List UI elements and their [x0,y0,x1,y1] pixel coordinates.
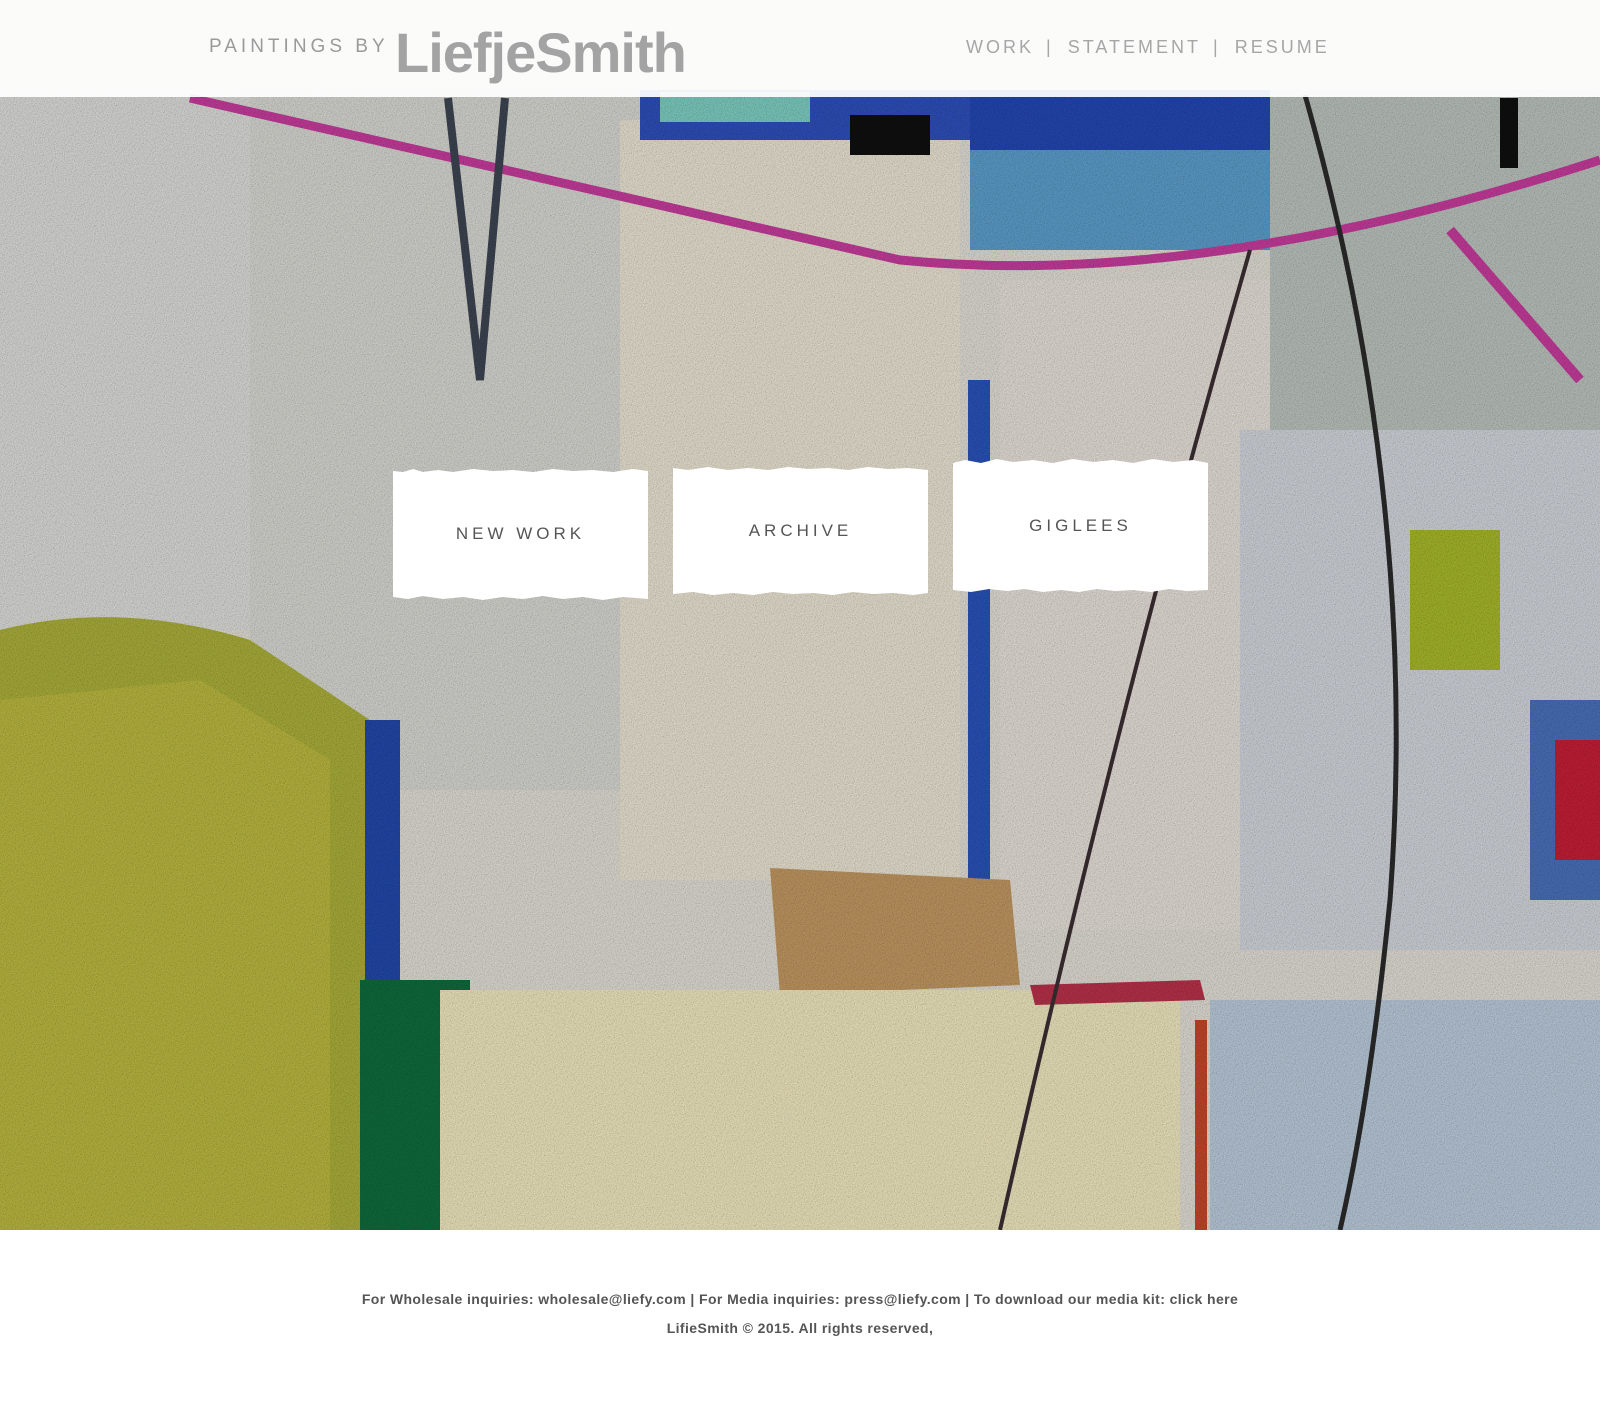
nav-work-link[interactable]: WORK [966,37,1034,57]
footer-contact-line: For Wholesale inquiries: wholesale@liefy… [0,1291,1600,1307]
media-inquiry-link[interactable]: For Media inquiries: press@liefy.com [699,1291,961,1307]
giglees-tile-button[interactable]: GIGLEES [953,459,1208,592]
torn-edge [953,459,1208,467]
nav-resume-link[interactable]: RESUME [1235,37,1330,57]
tile-label: NEW WORK [455,524,586,543]
nav-separator: | [1213,37,1221,57]
nav-separator: | [1046,37,1054,57]
wholesale-inquiry-link[interactable]: For Wholesale inquiries: wholesale@liefy… [362,1291,686,1307]
archive-tile-button[interactable]: ARCHIVE [673,467,928,595]
torn-edge [673,467,928,474]
tile-label: ARCHIVE [748,521,853,540]
media-kit-link[interactable]: To download our media kit: click here [974,1291,1238,1307]
brand-name: LiefjeSmith [395,21,687,84]
torn-edge [953,585,1208,592]
copyright-text: LifieSmith © 2015. All rights reserved, [666,1320,934,1336]
site-footer: For Wholesale inquiries: wholesale@liefy… [0,1230,1600,1411]
main-nav: WORK | STATEMENT | RESUME [966,37,1330,58]
tile-label: GIGLEES [1029,516,1132,535]
new-work-tile-button[interactable]: NEW WORK [393,469,648,600]
footer-separator: | [965,1291,970,1307]
torn-edge [673,588,928,595]
torn-edge [393,469,648,476]
hero-painting-image [0,0,1600,1230]
footer-separator: | [690,1291,695,1307]
brand-prefix: PAINTINGS BY [209,36,389,57]
site-header: PAINTINGS BY LiefjeSmith WORK | STATEMENT |… [0,0,1600,97]
torn-edge [393,592,648,600]
nav-statement-link[interactable]: STATEMENT [1068,37,1201,57]
